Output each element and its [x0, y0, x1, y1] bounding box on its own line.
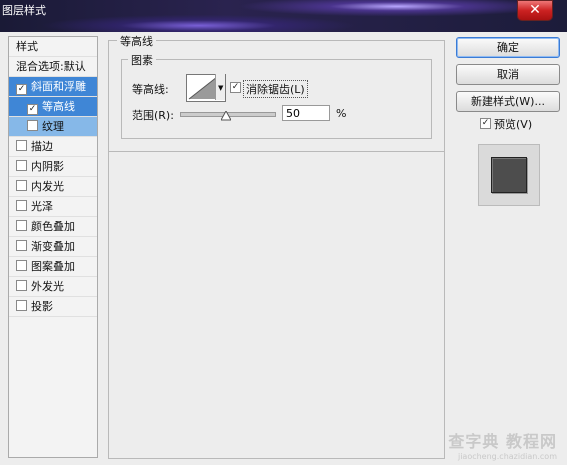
style-item-label: 投影: [31, 300, 53, 313]
range-slider-thumb[interactable]: [221, 111, 231, 121]
pattern-overlay-checkbox[interactable]: [16, 260, 27, 271]
outer-glow-checkbox[interactable]: [16, 280, 27, 291]
style-item-inner-glow[interactable]: 内发光: [9, 177, 97, 197]
settings-body: [108, 150, 445, 459]
range-unit: %: [336, 107, 347, 120]
style-item-satin[interactable]: 光泽: [9, 197, 97, 217]
style-item-label: 光泽: [31, 200, 53, 213]
close-button[interactable]: ✕: [517, 0, 553, 21]
new-style-button[interactable]: 新建样式(W)...: [456, 91, 560, 112]
watermark-title: 查字典 教程网: [448, 432, 557, 451]
style-item-label: 斜面和浮雕: [31, 80, 86, 93]
range-input[interactable]: [282, 105, 330, 121]
style-item-pattern-overlay[interactable]: 图案叠加: [9, 257, 97, 277]
style-item-label: 等高线: [42, 100, 75, 113]
layer-style-dialog: 样式 混合选项:默认 ✓ 斜面和浮雕 ✓ 等高线 纹理 描边 内阴影 内发光 光泽 …: [0, 32, 567, 465]
style-item-label: 渐变叠加: [31, 240, 75, 253]
satin-checkbox[interactable]: [16, 200, 27, 211]
style-item-texture[interactable]: 纹理: [9, 117, 97, 137]
preview-swatch: [478, 144, 540, 206]
drop-shadow-checkbox[interactable]: [16, 300, 27, 311]
styles-header[interactable]: 样式: [9, 37, 97, 57]
style-item-stroke[interactable]: 描边: [9, 137, 97, 157]
antialias-label[interactable]: 消除锯齿(L): [243, 80, 308, 98]
styles-list: 样式 混合选项:默认 ✓ 斜面和浮雕 ✓ 等高线 纹理 描边 内阴影 内发光 光泽 …: [8, 36, 98, 458]
style-item-label: 描边: [31, 140, 53, 153]
style-item-label: 颜色叠加: [31, 220, 75, 233]
watermark-url: jiaocheng.chazidian.com: [457, 452, 557, 461]
antialias-checkbox[interactable]: ✓: [230, 82, 241, 93]
contour-dropdown-arrow[interactable]: ▼: [215, 74, 225, 100]
color-overlay-checkbox[interactable]: [16, 220, 27, 231]
bevel-checkbox[interactable]: ✓: [16, 84, 27, 95]
cancel-button[interactable]: 取消: [456, 64, 560, 85]
style-item-contour[interactable]: ✓ 等高线: [9, 97, 97, 117]
style-item-inner-shadow[interactable]: 内阴影: [9, 157, 97, 177]
range-label: 范围(R):: [132, 109, 174, 122]
watermark: 查字典 教程网 jiaocheng.chazidian.com: [448, 428, 557, 461]
texture-checkbox[interactable]: [27, 120, 38, 131]
gradient-overlay-checkbox[interactable]: [16, 240, 27, 251]
window-title: 图层样式: [2, 4, 46, 17]
style-item-outer-glow[interactable]: 外发光: [9, 277, 97, 297]
elements-group: 图素 等高线: ▼ ✓ 消除锯齿(L) 范围(R): %: [121, 52, 432, 139]
style-item-label: 内阴影: [31, 160, 64, 173]
ok-button[interactable]: 确定: [456, 37, 560, 58]
inner-glow-checkbox[interactable]: [16, 180, 27, 191]
title-bar: 图层样式 ✕: [0, 0, 567, 32]
style-item-bevel-emboss[interactable]: ✓ 斜面和浮雕: [9, 77, 97, 97]
preview-label[interactable]: 预览(V): [494, 116, 532, 132]
style-item-drop-shadow[interactable]: 投影: [9, 297, 97, 317]
elements-group-title: 图素: [128, 52, 156, 68]
stroke-checkbox[interactable]: [16, 140, 27, 151]
inner-shadow-checkbox[interactable]: [16, 160, 27, 171]
blend-options-item[interactable]: 混合选项:默认: [9, 57, 97, 77]
style-item-label: 外发光: [31, 280, 64, 293]
style-item-gradient-overlay[interactable]: 渐变叠加: [9, 237, 97, 257]
contour-label: 等高线:: [132, 83, 169, 96]
style-item-color-overlay[interactable]: 颜色叠加: [9, 217, 97, 237]
style-item-label: 图案叠加: [31, 260, 75, 273]
chevron-down-icon: ▼: [218, 84, 224, 92]
preview-checkbox[interactable]: ✓: [480, 118, 491, 129]
contour-panel: 等高线 图素 等高线: ▼ ✓ 消除锯齿(L) 范围(R): %: [108, 33, 445, 152]
style-item-label: 内发光: [31, 180, 64, 193]
preview-square: [491, 157, 527, 193]
style-item-label: 纹理: [42, 120, 64, 133]
contour-checkbox[interactable]: ✓: [27, 104, 38, 115]
contour-panel-title: 等高线: [117, 33, 156, 49]
